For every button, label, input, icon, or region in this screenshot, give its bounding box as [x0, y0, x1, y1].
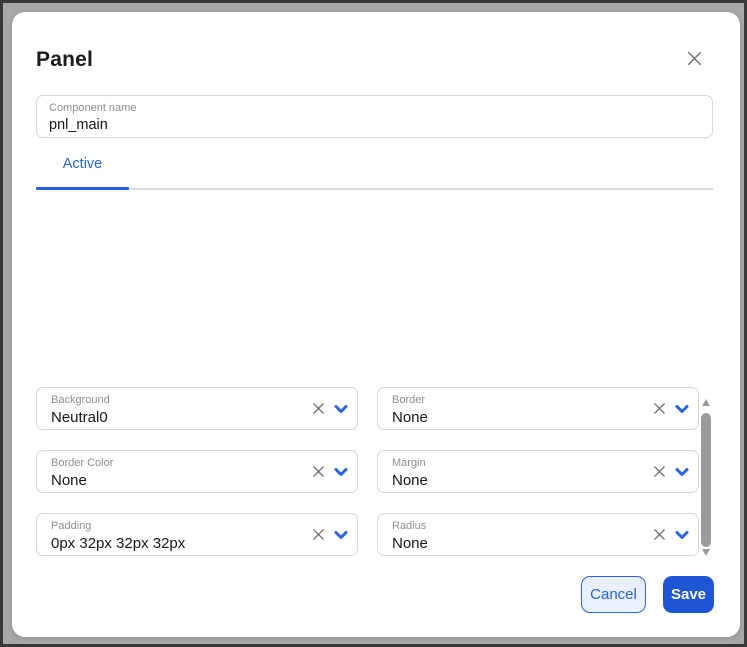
chevron-down-icon	[674, 464, 690, 480]
dropdown-toggle[interactable]	[333, 401, 349, 417]
chevron-down-icon	[333, 527, 349, 543]
field-label: Background	[51, 394, 293, 408]
dialog-title: Panel	[36, 48, 93, 72]
clear-button[interactable]	[311, 464, 326, 479]
clear-icon	[311, 527, 326, 542]
tab-active[interactable]: Active	[36, 149, 129, 188]
clear-button[interactable]	[652, 401, 667, 416]
select-field-border-color[interactable]: Border Color None	[36, 450, 358, 493]
dropdown-toggle[interactable]	[333, 464, 349, 480]
tab-baseline	[36, 188, 713, 190]
dropdown-toggle[interactable]	[333, 527, 349, 543]
clear-button[interactable]	[652, 464, 667, 479]
clear-button[interactable]	[311, 401, 326, 416]
active-tab-indicator	[36, 187, 129, 190]
component-name-label: Component name	[49, 102, 700, 116]
field-label: Border Color	[51, 457, 293, 471]
field-label: Radius	[392, 520, 634, 534]
component-name-field[interactable]: Component name	[36, 95, 713, 138]
dialog-footer: Cancel Save	[581, 576, 714, 613]
component-name-input[interactable]	[49, 116, 700, 133]
field-value: None	[392, 408, 634, 428]
select-field-padding[interactable]: Padding 0px 32px 32px 32px	[36, 513, 358, 556]
select-field-radius[interactable]: Radius None	[377, 513, 699, 556]
clear-button[interactable]	[311, 527, 326, 542]
save-button[interactable]: Save	[663, 576, 714, 613]
select-field-margin[interactable]: Margin None	[377, 450, 699, 493]
style-fields-grid: Background Neutral0 Border None	[36, 387, 699, 556]
clear-icon	[311, 401, 326, 416]
cancel-button[interactable]: Cancel	[581, 576, 646, 613]
dropdown-toggle[interactable]	[674, 401, 690, 417]
chevron-down-icon	[333, 401, 349, 417]
select-field-border[interactable]: Border None	[377, 387, 699, 430]
field-value: 0px 32px 32px 32px	[51, 534, 293, 554]
close-button[interactable]	[681, 45, 708, 72]
tab-bar: Active	[36, 149, 713, 191]
scroll-up-icon[interactable]	[702, 399, 710, 406]
field-value: None	[392, 534, 634, 554]
clear-icon	[652, 464, 667, 479]
close-icon	[686, 50, 703, 67]
field-label: Padding	[51, 520, 293, 534]
screen-frame: Panel Component name Active Background N…	[0, 0, 747, 647]
field-value: Neutral0	[51, 408, 293, 428]
scroll-down-icon[interactable]	[702, 549, 710, 556]
chevron-down-icon	[674, 527, 690, 543]
clear-icon	[652, 401, 667, 416]
clear-icon	[311, 464, 326, 479]
chevron-down-icon	[333, 464, 349, 480]
field-label: Margin	[392, 457, 634, 471]
panel-dialog: Panel Component name Active Background N…	[12, 12, 740, 637]
field-value: None	[51, 471, 293, 491]
dropdown-toggle[interactable]	[674, 464, 690, 480]
dropdown-toggle[interactable]	[674, 527, 690, 543]
clear-icon	[652, 527, 667, 542]
scrollbar[interactable]	[701, 381, 712, 561]
field-value: None	[392, 471, 634, 491]
field-label: Border	[392, 394, 634, 408]
scrollbar-thumb[interactable]	[701, 413, 711, 547]
clear-button[interactable]	[652, 527, 667, 542]
chevron-down-icon	[674, 401, 690, 417]
select-field-background[interactable]: Background Neutral0	[36, 387, 358, 430]
